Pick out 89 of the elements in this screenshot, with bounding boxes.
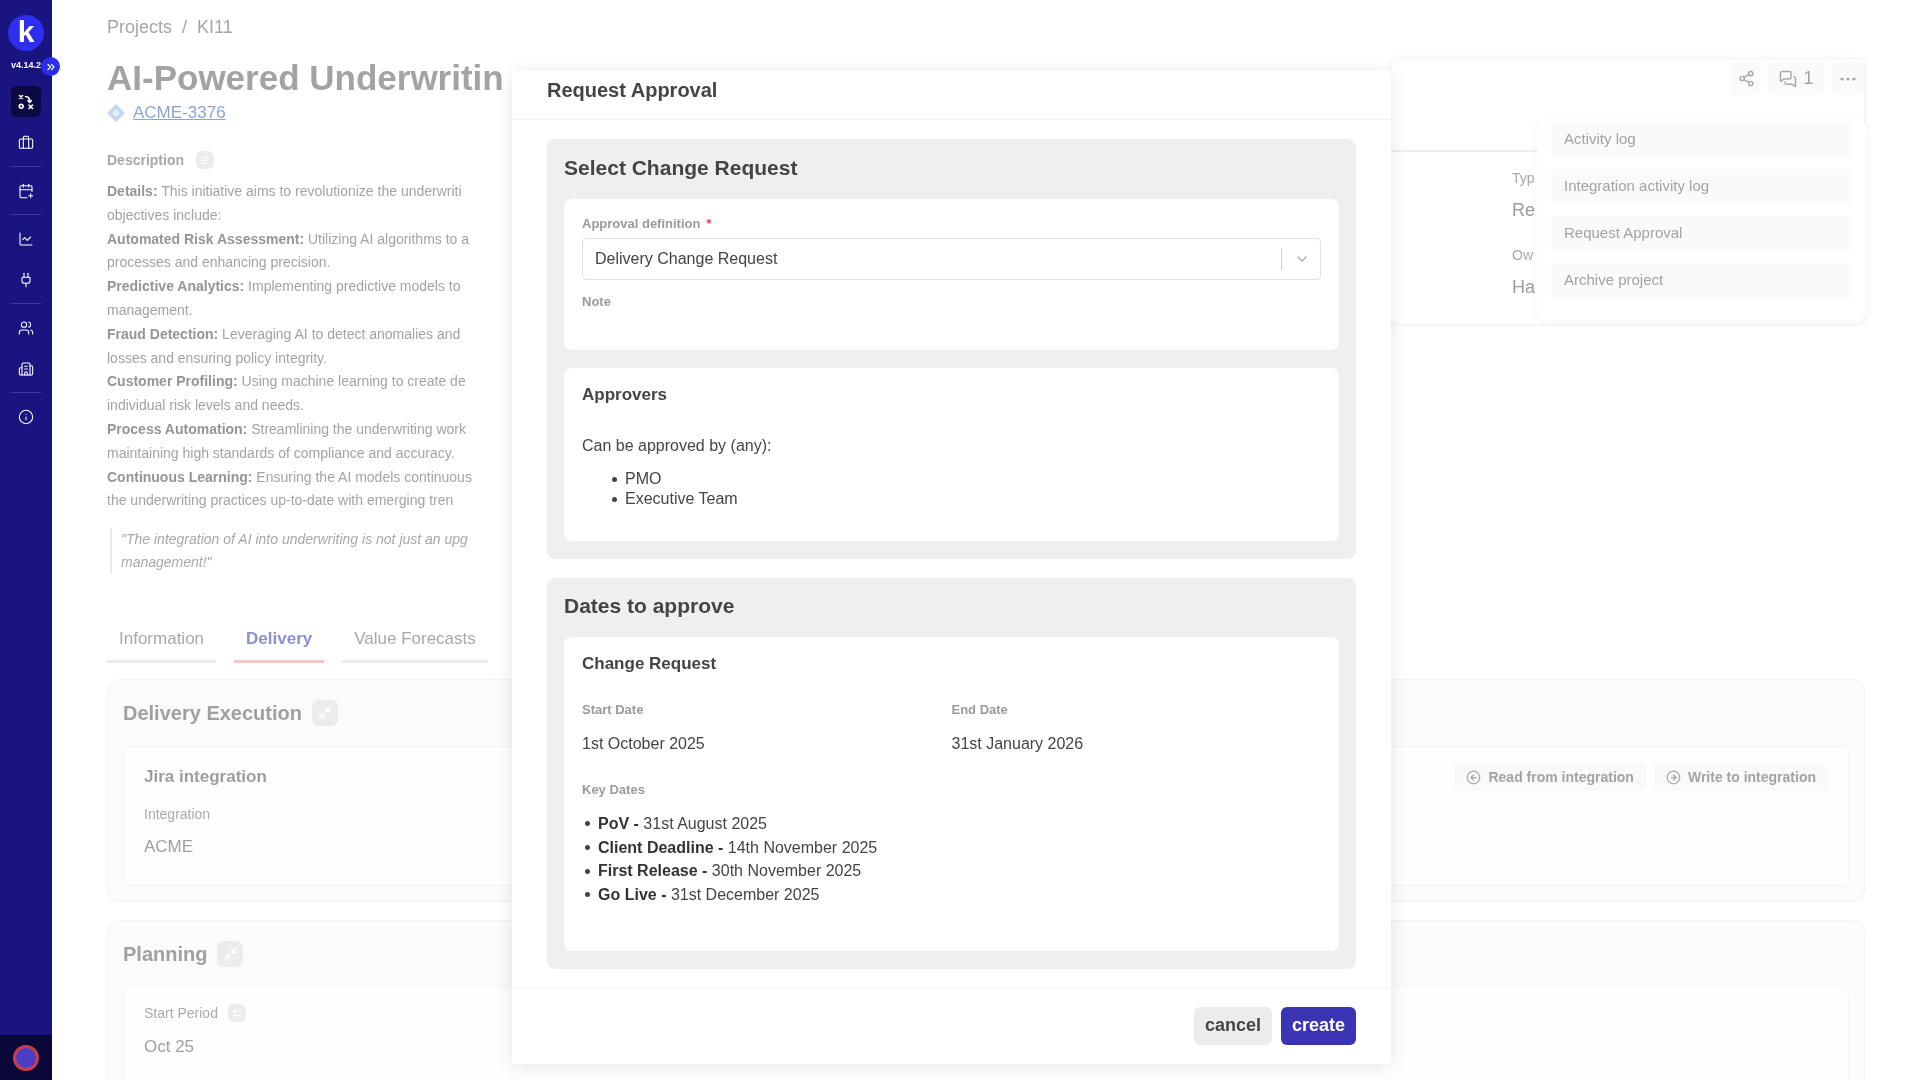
field-label: Key Dates bbox=[582, 781, 645, 799]
field-label: Typ bbox=[1512, 169, 1535, 187]
description-label: Description bbox=[107, 151, 184, 170]
section-title: Delivery Execution bbox=[123, 701, 302, 727]
arrow-left-circle-icon bbox=[1466, 769, 1482, 785]
card-title: Approvers bbox=[582, 384, 668, 406]
key-date-item: Client Deadline - 14th November 2025 bbox=[598, 837, 878, 858]
date-value: 31st January 2026 bbox=[951, 734, 1084, 754]
description-line: Fraud Detection: Leveraging AI to detect anomalies and bbox=[107, 324, 461, 344]
section-title: Dates to approve bbox=[564, 593, 735, 619]
briefcase-icon bbox=[18, 134, 34, 151]
description-line: management. bbox=[107, 301, 193, 320]
secondary-button[interactable]: cancel bbox=[1193, 1006, 1272, 1045]
approval-definition-select[interactable]: Delivery Change Request bbox=[582, 238, 1321, 280]
breadcrumb-separator: / bbox=[182, 16, 188, 39]
tab[interactable]: Value Forecasts bbox=[342, 619, 488, 664]
line-chart-icon bbox=[18, 230, 34, 247]
comments-button[interactable]: 1 bbox=[1768, 62, 1825, 95]
menu-item[interactable]: Archive project bbox=[1551, 263, 1852, 298]
calendar-icon bbox=[18, 182, 34, 199]
description-line: objectives include: bbox=[107, 205, 222, 225]
user-avatar[interactable] bbox=[13, 1044, 39, 1071]
buildings-icon bbox=[18, 360, 34, 377]
field-label: Start Period bbox=[144, 1004, 218, 1024]
breadcrumb-link[interactable]: Projects bbox=[107, 15, 173, 39]
plug-icon bbox=[18, 271, 34, 288]
approver-item: PMO bbox=[625, 469, 662, 489]
share-icon bbox=[1737, 70, 1755, 87]
chat-bubbles-icon bbox=[1779, 69, 1798, 88]
bullet-icon bbox=[585, 821, 590, 827]
integration-button[interactable]: Read from integration bbox=[1454, 763, 1646, 792]
card-title: Change Request bbox=[582, 653, 717, 675]
description-line: Customer Profiling: Using machine learning to create de bbox=[107, 372, 466, 392]
strategy-icon bbox=[18, 93, 34, 110]
approvers-text: Can be approved by (any): bbox=[582, 436, 772, 456]
key-date-item: First Release - 30th November 2025 bbox=[598, 861, 862, 882]
key-date-item: Go Live - 31st December 2025 bbox=[598, 885, 820, 906]
description-line: Automated Risk Assessment: Utilizing AI algorithms to a bbox=[107, 229, 470, 249]
tab[interactable]: Information bbox=[107, 619, 217, 664]
description-line: Continuous Learning: Ensuring the AI models continuous bbox=[107, 467, 472, 487]
bullet-icon bbox=[612, 496, 617, 502]
section-title: Select Change Request bbox=[564, 155, 798, 181]
app-logo[interactable]: k bbox=[8, 15, 44, 51]
field-value: Re bbox=[1512, 199, 1535, 222]
field-value: ACME bbox=[144, 836, 194, 859]
menu-item[interactable]: Integration activity log bbox=[1551, 169, 1852, 204]
description-line: Process Automation: Streamlining the underwriting work bbox=[107, 419, 466, 439]
field-label: Start Date bbox=[582, 701, 644, 719]
sidebar-item[interactable] bbox=[11, 86, 41, 117]
description-line: losses and ensuring policy integrity. bbox=[107, 348, 327, 368]
bullet-icon bbox=[612, 476, 617, 482]
arrow-right-circle-icon bbox=[1665, 769, 1681, 785]
bullet-icon bbox=[585, 845, 590, 851]
people-icon bbox=[18, 319, 34, 336]
date-value: 1st October 2025 bbox=[582, 734, 705, 754]
description-line: individual risk levels and needs. bbox=[107, 396, 304, 416]
field-label: Ow bbox=[1512, 246, 1533, 264]
more-icon bbox=[1840, 76, 1856, 81]
section-title: Planning bbox=[123, 942, 208, 968]
description-line: the underwriting practices up-to-date with emerging tren bbox=[107, 491, 454, 511]
quote-text: "The integration of AI into underwriting is not just an upg management!" bbox=[121, 530, 468, 573]
description-line: processes and enhancing precision. bbox=[107, 253, 331, 273]
field-label: End Date bbox=[951, 701, 1008, 719]
version-label: v4.14.2 bbox=[11, 59, 41, 71]
field-label: Note bbox=[582, 293, 611, 311]
field-value: Ha bbox=[1512, 276, 1535, 299]
approver-item: Executive Team bbox=[625, 489, 738, 509]
field-value: Oct 25 bbox=[144, 1036, 195, 1059]
issue-key-link[interactable]: ACME-3376 bbox=[133, 103, 226, 123]
description-line: Details: This initiative aims to revolutionize the underwriti bbox=[107, 182, 462, 201]
breadcrumb-link[interactable]: KI11 bbox=[197, 15, 233, 39]
bullet-icon bbox=[585, 868, 590, 874]
tab[interactable]: Delivery bbox=[234, 619, 325, 664]
description-line: maintaining high standards of compliance and accuracy. bbox=[107, 443, 455, 463]
primary-button[interactable]: create bbox=[1280, 1006, 1356, 1045]
dialog-title: Request Approval bbox=[547, 78, 718, 102]
description-line: Predictive Analytics: Implementing predictive models to bbox=[107, 277, 461, 297]
info-icon bbox=[18, 408, 34, 425]
key-date-item: PoV - 31st August 2025 bbox=[598, 814, 767, 834]
bullet-icon bbox=[585, 892, 590, 898]
menu-item[interactable]: Activity log bbox=[1551, 122, 1852, 157]
field-label: Integration bbox=[144, 805, 211, 825]
required-mark: * bbox=[706, 215, 712, 233]
project-title: AI-Powered Underwritin bbox=[107, 57, 504, 99]
card-title: Jira integration bbox=[144, 766, 267, 789]
diamond-icon bbox=[107, 104, 125, 122]
field-label: Approval definition bbox=[582, 215, 701, 233]
menu-item[interactable]: Request Approval bbox=[1551, 216, 1852, 251]
integration-button[interactable]: Write to integration bbox=[1653, 763, 1828, 792]
